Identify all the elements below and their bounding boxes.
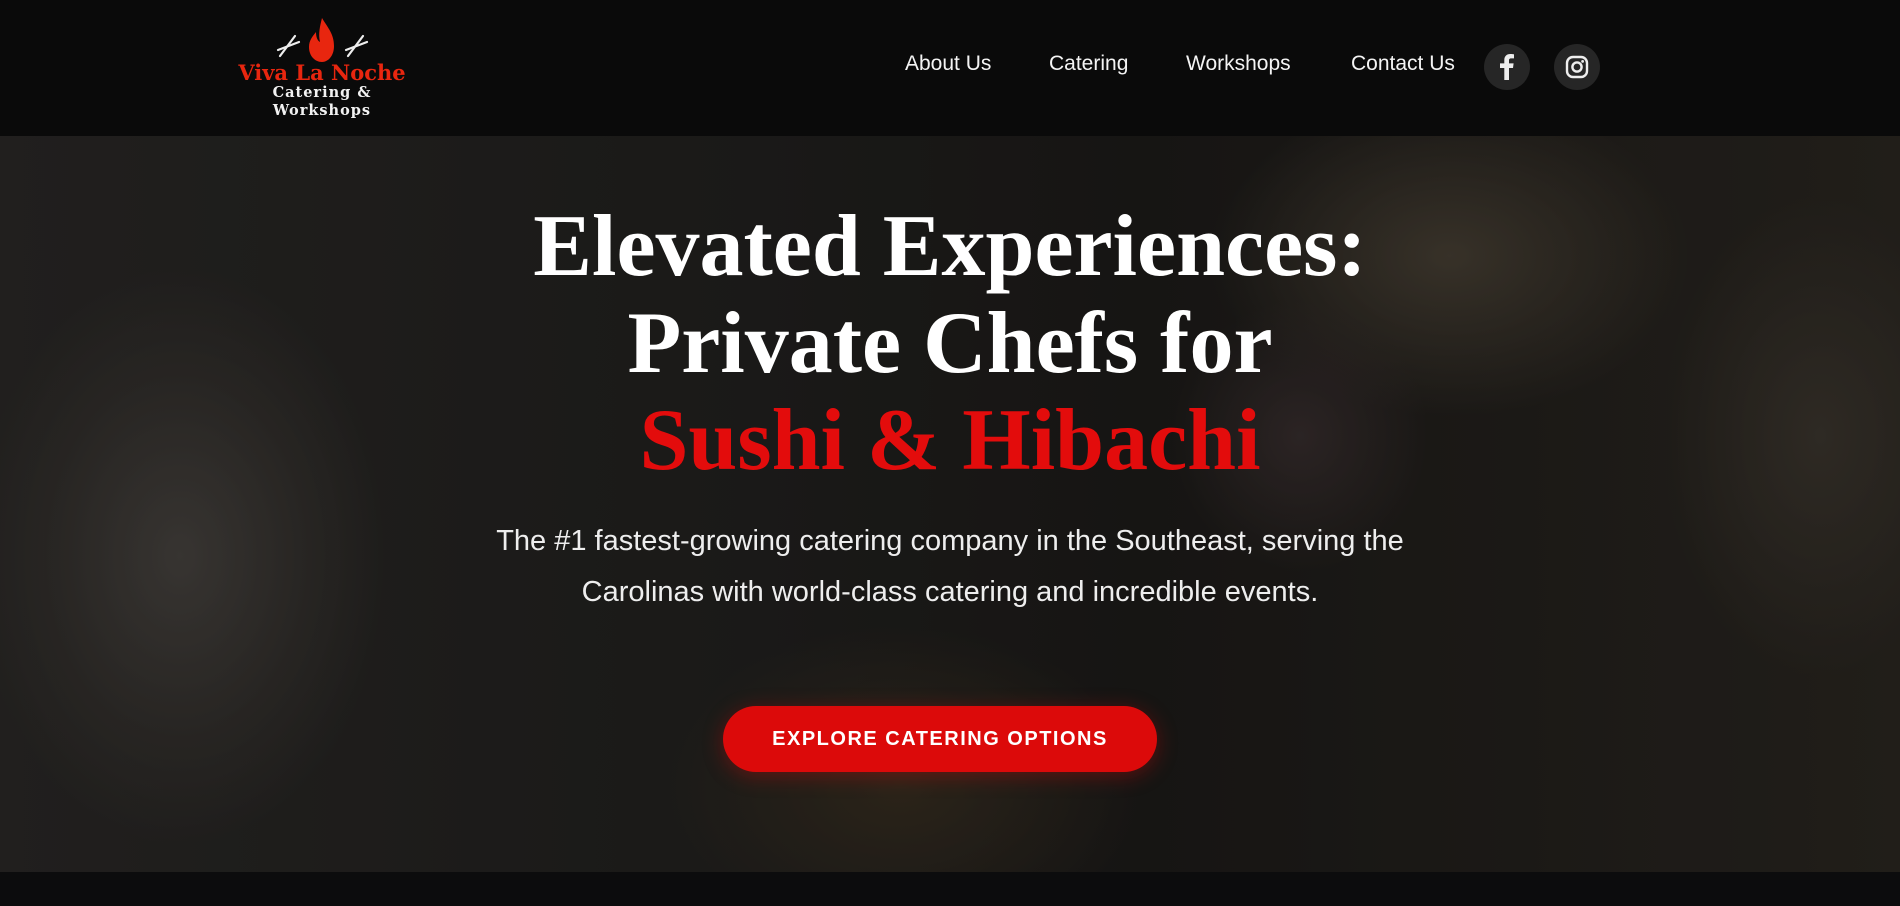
explore-catering-button[interactable]: EXPLORE CATERING OPTIONS: [723, 706, 1157, 772]
nav-contact-us[interactable]: Contact Us: [1351, 52, 1455, 76]
logo-name: Viva La Noche: [238, 60, 406, 85]
hero-subtitle-line-1: The #1 fastest-growing catering company …: [496, 525, 1404, 557]
hero-title-highlight: Sushi & Hibachi: [639, 392, 1261, 489]
instagram-button[interactable]: [1554, 44, 1600, 90]
facebook-button[interactable]: [1484, 44, 1530, 90]
nav-about-us[interactable]: About Us: [905, 52, 991, 76]
hero-title: Elevated Experiences: Private Chefs for …: [0, 198, 1900, 489]
hero-section: Elevated Experiences: Private Chefs for …: [0, 136, 1900, 872]
hero-subtitle: The #1 fastest-growing catering company …: [0, 516, 1900, 618]
nav-workshops[interactable]: Workshops: [1186, 52, 1291, 76]
hero-subtitle-line-2: Carolinas with world-class catering and …: [581, 576, 1319, 608]
next-section: [0, 872, 1900, 906]
nav-catering[interactable]: Catering: [1049, 52, 1128, 76]
hero-title-line-1: Elevated Experiences:: [533, 198, 1367, 295]
flame-chopsticks-icon: [276, 18, 369, 62]
site-header: Viva La Noche Catering & Workshops About…: [0, 0, 1900, 136]
logo-tagline: Catering & Workshops: [272, 84, 372, 119]
hero-title-line-2: Private Chefs for: [627, 295, 1273, 392]
instagram-icon: [1565, 55, 1589, 79]
logo[interactable]: Viva La Noche Catering & Workshops: [222, 14, 422, 124]
facebook-icon: [1500, 54, 1514, 80]
